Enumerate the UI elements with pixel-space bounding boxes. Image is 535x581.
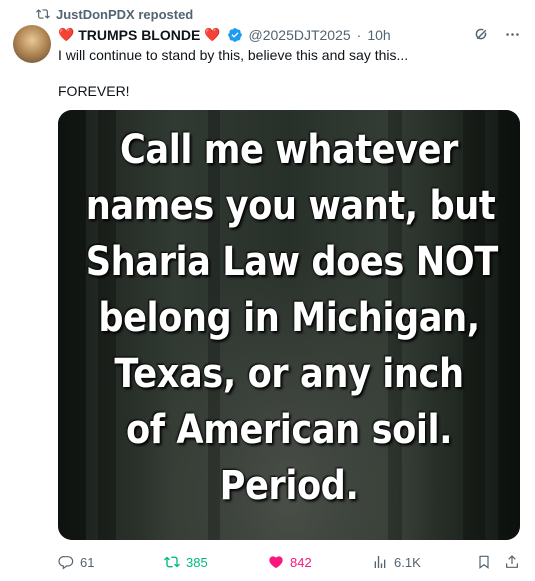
author-name[interactable]: TRUMPS BLONDE xyxy=(78,27,200,43)
post-text-line-1: I will continue to stand by this, believ… xyxy=(58,47,409,63)
like-button[interactable]: 842 xyxy=(268,553,312,571)
heart-emoji: ❤️ xyxy=(58,27,75,42)
views-button[interactable]: 6.1K xyxy=(372,553,421,571)
media-caption-line: Texas, or any inch xyxy=(114,351,464,397)
media-caption-line: Period. xyxy=(219,463,359,509)
post-media-image[interactable]: Call me whatever names you want, but Sha… xyxy=(58,110,520,540)
repost-button[interactable]: 385 xyxy=(164,553,208,571)
repost-label: JustDonPDX reposted xyxy=(56,6,194,22)
share-button[interactable] xyxy=(504,553,520,571)
reply-button[interactable]: 61 xyxy=(58,553,94,571)
avatar[interactable] xyxy=(13,25,51,63)
media-caption: Call me whatever names you want, but Sha… xyxy=(85,122,498,514)
media-caption-line: of American soil. xyxy=(125,407,453,453)
author-handle[interactable]: @2025DJT2025 xyxy=(249,27,351,43)
repost-count: 385 xyxy=(186,554,208,570)
bookmark-icon xyxy=(479,555,489,569)
verified-badge-icon xyxy=(227,28,242,42)
media-caption-line: Call me whatever xyxy=(120,127,458,173)
repost-icon xyxy=(36,9,50,19)
post-header: ❤️ TRUMPS BLONDE ❤️ @2025DJT2025 · 10h xyxy=(58,26,475,44)
post-top-actions xyxy=(473,26,521,43)
post-text-line-2: FOREVER! xyxy=(58,83,130,99)
repost-icon xyxy=(164,556,180,568)
views-count: 6.1K xyxy=(394,554,421,570)
reply-count: 61 xyxy=(80,554,95,570)
repost-indicator[interactable]: JustDonPDX reposted xyxy=(36,6,193,22)
grok-icon[interactable] xyxy=(473,26,490,43)
heart-icon xyxy=(269,556,283,569)
media-caption-line: names you want, but xyxy=(85,183,496,229)
post-actions-bar: 61 385 842 6.1K xyxy=(58,553,520,571)
more-options-icon[interactable] xyxy=(504,26,521,43)
post-time[interactable]: 10h xyxy=(367,27,390,43)
post-text: I will continue to stand by this, believ… xyxy=(58,46,515,100)
analytics-icon xyxy=(374,556,386,568)
media-caption-line: belong in Michigan, xyxy=(98,295,480,341)
bookmark-button[interactable] xyxy=(476,553,492,571)
share-icon xyxy=(506,555,518,568)
media-caption-line: Sharia Law does NOT xyxy=(85,239,498,285)
heart-emoji-2: ❤️ xyxy=(204,27,221,42)
like-count: 842 xyxy=(290,554,312,570)
time-separator: · xyxy=(356,27,362,43)
reply-icon xyxy=(58,556,74,570)
